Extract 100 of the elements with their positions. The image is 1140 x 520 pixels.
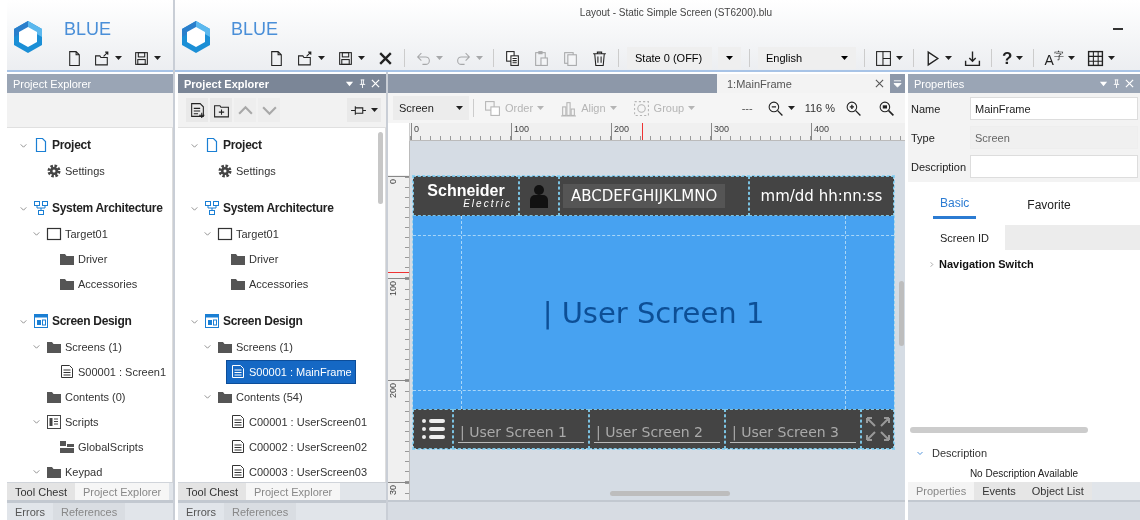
- close-icon[interactable]: [875, 79, 884, 88]
- hexagon-logo: [12, 20, 44, 54]
- tree-item[interactable]: S00001 : Screen1: [56, 360, 170, 383]
- panel-tab[interactable]: Events: [974, 482, 1024, 500]
- tree-item[interactable]: Project: [201, 134, 265, 156]
- document-icon: [66, 49, 83, 67]
- panel-tab[interactable]: Errors: [7, 503, 53, 520]
- tree-item[interactable]: Driver: [56, 247, 111, 270]
- tree-item[interactable]: C00003 : UserScreen03: [227, 460, 370, 482]
- caret-icon: [154, 56, 161, 60]
- tree-item[interactable]: Contents (54): [214, 385, 306, 408]
- new-document-icon: [188, 101, 206, 119]
- chevron-down-icon[interactable]: [31, 417, 41, 426]
- scrollbar[interactable]: [899, 281, 904, 346]
- app-name: BLUE: [64, 18, 112, 40]
- tree-item[interactable]: Settings: [214, 159, 279, 182]
- tree-item[interactable]: Keypad: [43, 460, 106, 482]
- property-group[interactable]: Navigation Switch: [908, 250, 1140, 270]
- chevron-down-icon[interactable]: [31, 342, 41, 351]
- tree-item[interactable]: Driver: [227, 247, 282, 270]
- user-name-field: ABCDEFGHIJKLMNO: [563, 184, 726, 208]
- align-icon: [560, 99, 578, 117]
- tree-item[interactable]: Scripts: [43, 410, 102, 433]
- page-icon: [230, 438, 246, 455]
- settings-icon: [217, 162, 233, 179]
- text-field[interactable]: [970, 155, 1138, 178]
- tree-item[interactable]: Accessories: [56, 272, 141, 295]
- tree-item[interactable]: System Architecture: [201, 197, 337, 219]
- tree-item[interactable]: GlobalScripts: [56, 435, 147, 458]
- pin-icon[interactable]: [358, 79, 367, 88]
- dropdown-field[interactable]: Screen: [393, 96, 469, 120]
- caret-icon: [318, 56, 325, 60]
- copy-icon: [504, 49, 521, 67]
- tree-item[interactable]: Screen Design: [30, 310, 135, 332]
- caret-icon: [436, 56, 443, 60]
- scrollbar[interactable]: [910, 427, 1088, 433]
- chevron-down-icon[interactable]: [31, 229, 41, 238]
- new-folder-button[interactable]: [210, 98, 232, 122]
- navigation-button[interactable]: | User Screen 1: [453, 409, 589, 449]
- dropdown-icon[interactable]: [1099, 79, 1108, 88]
- tree-item[interactable]: Contents (0): [43, 385, 129, 408]
- scrollbar[interactable]: [378, 132, 383, 204]
- tree-item[interactable]: Screens (1): [43, 335, 125, 358]
- chevron-down-icon[interactable]: [202, 229, 212, 238]
- tree-item[interactable]: System Architecture: [30, 197, 166, 219]
- tab[interactable]: Basic: [933, 192, 977, 219]
- panel-title: Project Explorer: [184, 77, 269, 90]
- open-folder-icon: [297, 49, 314, 67]
- tab[interactable]: Favorite: [1020, 192, 1078, 219]
- network-icon: [204, 200, 220, 216]
- panel-tab[interactable]: Tool Chest: [7, 483, 75, 500]
- hexagon-logo: [180, 20, 212, 54]
- tree-item[interactable]: S00001 : MainFrame: [227, 360, 355, 383]
- navigation-button[interactable]: | User Screen 3: [725, 409, 861, 449]
- download-icon: [964, 49, 981, 67]
- tree-item[interactable]: Settings: [43, 159, 108, 182]
- window-title: Layout - Static Simple Screen (ST6200).blu: [579, 7, 773, 18]
- caret-icon: [1016, 56, 1024, 60]
- scrollbar[interactable]: [610, 491, 730, 496]
- window-icon: [33, 313, 49, 329]
- zoom-fit-icon: [878, 99, 895, 117]
- tree-item[interactable]: Project: [30, 134, 94, 156]
- duplicate-icon: [562, 49, 579, 67]
- document-tab[interactable]: 1:MainFrame: [717, 74, 890, 93]
- paste-icon: [533, 49, 550, 67]
- field-label: Description: [911, 160, 968, 173]
- tree-item[interactable]: Screen Design: [201, 310, 306, 332]
- panel-tab[interactable]: Tool Chest: [178, 483, 246, 500]
- square-icon: [46, 225, 62, 242]
- pin-button[interactable]: [347, 98, 381, 122]
- tree-item[interactable]: Screens (1): [214, 335, 296, 358]
- pin-icon[interactable]: [1112, 79, 1121, 88]
- tree-item[interactable]: C00001 : UserScreen01: [227, 410, 370, 433]
- expand-icon[interactable]: [863, 415, 892, 443]
- zoom-out-icon: [766, 99, 784, 117]
- chevron-down-icon[interactable]: [31, 467, 41, 476]
- tree-item[interactable]: Target01: [43, 222, 111, 245]
- chevron-down-icon[interactable]: [202, 392, 212, 401]
- panel-tab[interactable]: Object List: [1023, 482, 1092, 500]
- new-screen-button[interactable]: [186, 98, 208, 122]
- tree-item[interactable]: Target01: [214, 222, 282, 245]
- tree-item[interactable]: C00002 : UserScreen02: [227, 435, 370, 458]
- caret-icon: [371, 108, 378, 112]
- dropdown-icon[interactable]: [345, 79, 354, 88]
- window-icon: [204, 313, 220, 329]
- tree-item[interactable]: Accessories: [227, 272, 312, 295]
- panel-tab[interactable]: Errors: [178, 503, 224, 520]
- font-button[interactable]: A$^{字}$: [1042, 45, 1077, 71]
- zoom-level: 116 %: [804, 102, 835, 114]
- description-text: No Description Available: [968, 467, 1080, 481]
- trash-icon: [591, 49, 608, 67]
- description-header[interactable]: Description: [908, 443, 1140, 463]
- text-field[interactable]: MainFrame: [970, 97, 1138, 120]
- navigation-button[interactable]: | User Screen 2: [589, 409, 725, 449]
- help-button[interactable]: ?: [1000, 47, 1026, 69]
- person-icon: [529, 184, 549, 208]
- caret-icon: [456, 106, 463, 110]
- chevron-down-icon[interactable]: [202, 342, 212, 351]
- app-name: BLUE: [230, 18, 279, 40]
- network-icon: [33, 200, 49, 216]
